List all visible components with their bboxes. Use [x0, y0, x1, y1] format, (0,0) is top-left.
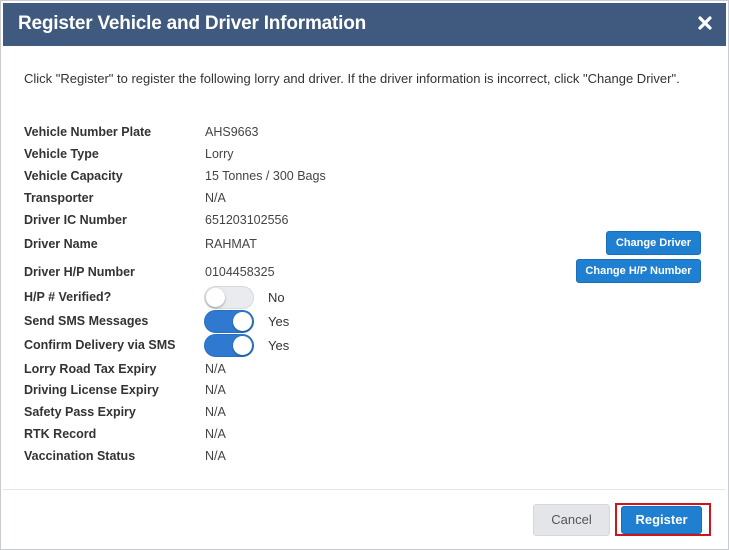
safety-pass-expiry-value: N/A — [205, 405, 226, 419]
change-hp-number-button[interactable]: Change H/P Number — [576, 259, 701, 283]
driver-ic-number-label: Driver IC Number — [24, 213, 127, 227]
hp-verified-value: No — [268, 290, 285, 305]
hp-verified-label: H/P # Verified? — [24, 290, 112, 304]
intro-text: Click "Register" to register the followi… — [24, 71, 680, 86]
safety-pass-expiry-label: Safety Pass Expiry — [24, 405, 136, 419]
vehicle-type-label: Vehicle Type — [24, 147, 99, 161]
confirm-delivery-sms-toggle[interactable] — [204, 334, 254, 357]
driving-license-expiry-value: N/A — [205, 383, 226, 397]
toggle-knob — [233, 312, 252, 331]
vehicle-number-plate-label: Vehicle Number Plate — [24, 125, 152, 139]
transporter-value: N/A — [205, 191, 226, 205]
hp-verified-toggle[interactable] — [204, 286, 254, 309]
toggle-knob — [206, 288, 225, 307]
driver-hp-number-value: 0104458325 — [205, 265, 275, 279]
driving-license-expiry-label: Driving License Expiry — [24, 383, 159, 397]
driver-hp-number-label: Driver H/P Number — [24, 265, 135, 279]
dialog-title: Register Vehicle and Driver Information — [18, 13, 367, 34]
confirm-delivery-sms-label: Confirm Delivery via SMS — [24, 338, 176, 352]
lorry-road-tax-expiry-value: N/A — [205, 362, 226, 376]
rtk-record-label: RTK Record — [24, 427, 97, 441]
vehicle-capacity-value: 15 Tonnes / 300 Bags — [205, 169, 326, 183]
close-icon[interactable] — [694, 12, 716, 34]
register-button[interactable]: Register — [621, 506, 702, 534]
driver-name-value: RAHMAT — [205, 237, 257, 251]
lorry-road-tax-expiry-label: Lorry Road Tax Expiry — [24, 362, 157, 376]
rtk-record-value: N/A — [205, 427, 226, 441]
vehicle-capacity-label: Vehicle Capacity — [24, 169, 123, 183]
send-sms-label: Send SMS Messages — [24, 314, 149, 328]
transporter-label: Transporter — [24, 191, 94, 205]
send-sms-value: Yes — [268, 314, 290, 329]
vaccination-status-value: N/A — [205, 449, 226, 463]
send-sms-toggle[interactable] — [204, 310, 254, 333]
vehicle-number-plate-value: AHS9663 — [205, 125, 259, 139]
vaccination-status-label: Vaccination Status — [24, 449, 136, 463]
confirm-delivery-sms-value: Yes — [268, 338, 290, 353]
footer-divider — [3, 489, 726, 490]
driver-ic-number-value: 651203102556 — [205, 213, 289, 227]
driver-name-label: Driver Name — [24, 237, 98, 251]
register-dialog: Register Vehicle and Driver Information … — [0, 0, 729, 550]
change-driver-button[interactable]: Change Driver — [606, 231, 701, 255]
vehicle-type-value: Lorry — [205, 147, 234, 161]
cancel-button[interactable]: Cancel — [533, 504, 610, 536]
toggle-knob — [233, 336, 252, 355]
dialog-header: Register Vehicle and Driver Information — [3, 3, 726, 46]
